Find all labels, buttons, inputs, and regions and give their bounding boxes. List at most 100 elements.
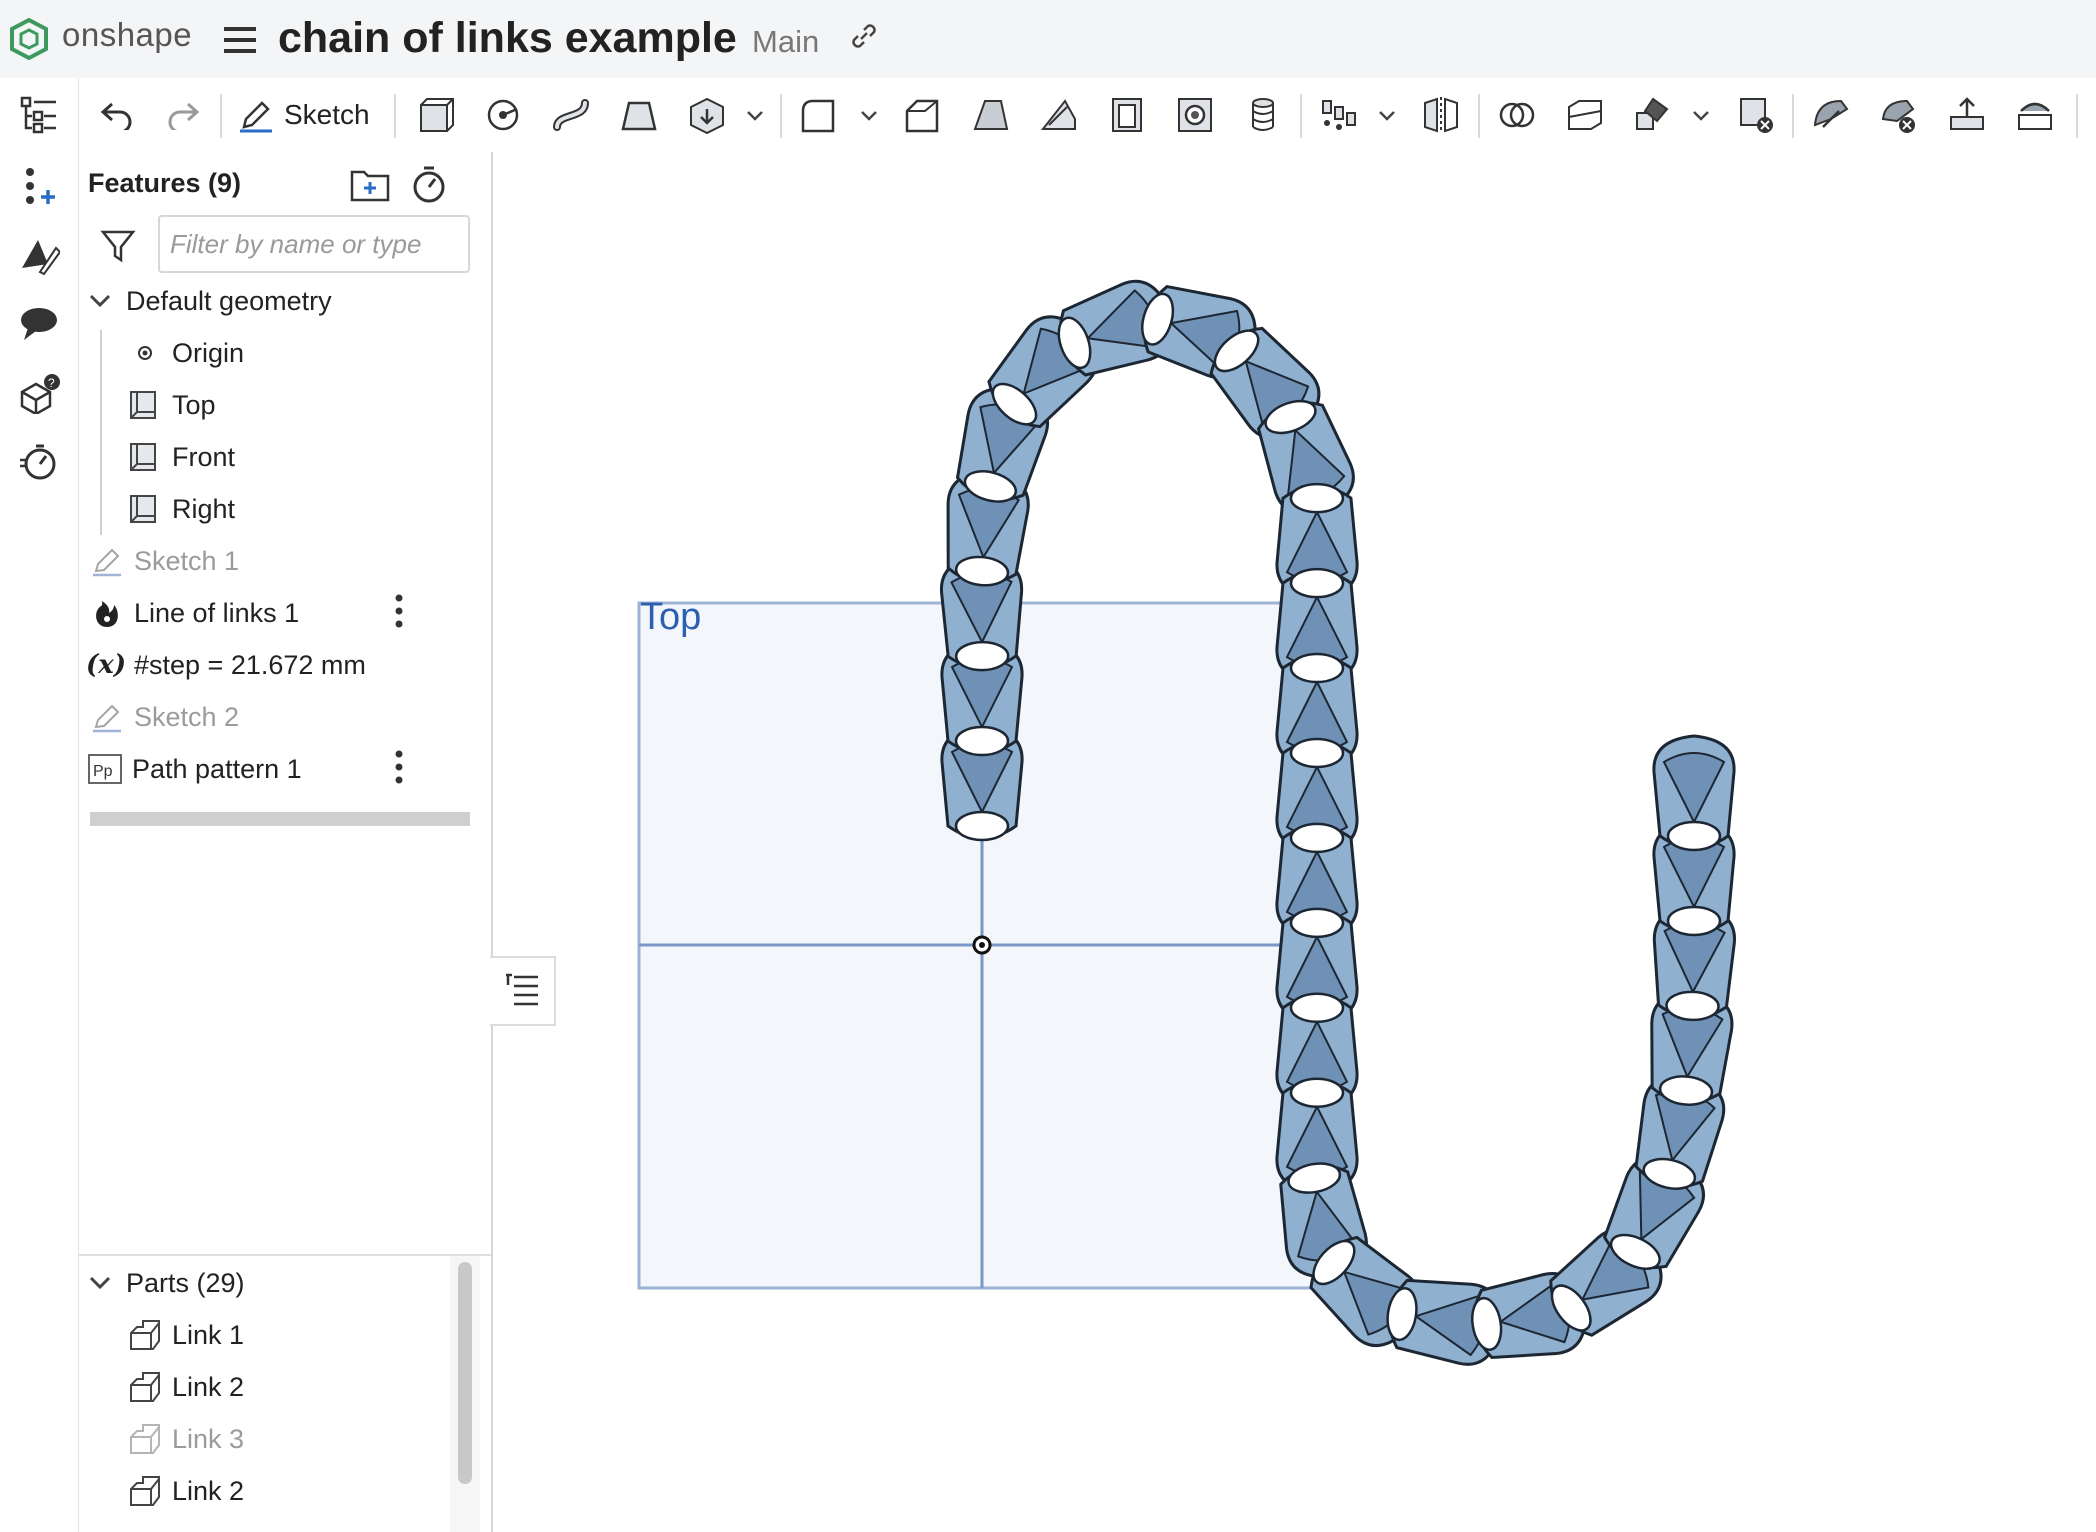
onshape-logo-icon[interactable] [8, 18, 50, 60]
feature-item-line-of-links[interactable]: Line of links 1 [90, 591, 299, 635]
svg-text:?: ? [48, 376, 55, 390]
custom-feature-icon [90, 596, 124, 630]
extrude-icon[interactable] [412, 92, 458, 138]
part-item[interactable]: Link 3 [128, 1417, 244, 1461]
feature-label: Path pattern 1 [132, 753, 302, 784]
branch-label[interactable]: Main [752, 24, 819, 60]
chevron-down-icon[interactable] [86, 1269, 114, 1297]
add-folder-icon[interactable] [350, 166, 390, 202]
part-label: Link 3 [172, 1423, 245, 1454]
link-icon[interactable] [848, 20, 880, 52]
part-label: Link 2 [172, 1371, 245, 1402]
part-item[interactable]: Link 2 [128, 1469, 244, 1513]
comment-icon[interactable] [16, 300, 62, 346]
rollback-bar[interactable] [90, 812, 470, 826]
sweep-icon[interactable] [548, 92, 594, 138]
feature-item-top[interactable]: Top [128, 383, 216, 427]
plane-label: Top [640, 596, 702, 638]
chain-link[interactable] [1652, 734, 1736, 852]
feature-list-icon[interactable] [16, 92, 62, 138]
sketch-pencil-icon [240, 101, 272, 133]
part-item[interactable]: Link 2 [128, 1365, 244, 1409]
panel-toggle[interactable] [490, 956, 556, 1026]
chamfer-icon[interactable] [900, 92, 946, 138]
filter-icon[interactable] [100, 228, 136, 264]
sketch-icon [90, 544, 124, 578]
feature-label: Sketch 2 [134, 701, 240, 732]
draft-icon[interactable] [968, 92, 1014, 138]
replace-face-icon[interactable] [2012, 92, 2058, 138]
feature-label: #step = 21.672 mm [134, 649, 366, 680]
chevron-down-icon[interactable] [744, 104, 766, 126]
feature-item-sketch-1[interactable]: Sketch 1 [90, 539, 239, 583]
pattern-icon[interactable] [1316, 92, 1362, 138]
boolean-icon[interactable] [1494, 92, 1540, 138]
thread-icon[interactable] [1240, 92, 1286, 138]
feature-label: Front [172, 441, 236, 472]
chevron-down-icon[interactable] [1376, 104, 1398, 126]
rollback-history-icon[interactable] [16, 438, 62, 484]
part-icon [128, 1318, 162, 1352]
feature-label: Origin [172, 337, 245, 368]
insert-feature-icon[interactable] [16, 162, 62, 208]
split-icon[interactable] [1562, 92, 1608, 138]
features-title: Features (9) [88, 168, 242, 198]
list-icon [506, 973, 538, 1006]
feature-item-variable[interactable]: (x) #step = 21.672 mm [85, 643, 366, 687]
hamburger-menu-icon[interactable] [224, 26, 256, 54]
parts-divider [79, 1254, 491, 1256]
feature-label: Top [172, 389, 216, 420]
filter-input[interactable] [158, 215, 470, 273]
delete-part-icon[interactable] [1732, 92, 1778, 138]
part-icon [128, 1474, 162, 1508]
transform-icon[interactable] [1630, 92, 1676, 138]
shell-icon[interactable] [1104, 92, 1150, 138]
appearance-icon[interactable] [16, 232, 62, 278]
fillet-icon[interactable] [796, 92, 842, 138]
part-icon [128, 1370, 162, 1404]
feature-label: Right [172, 493, 236, 524]
feature-item-right[interactable]: Right [128, 487, 235, 531]
move-face-icon[interactable] [1944, 92, 1990, 138]
feature-menu-icon[interactable] [393, 593, 405, 629]
parts-scrollbar[interactable] [458, 1262, 472, 1484]
mass-properties-icon[interactable]: ? [16, 370, 62, 416]
thicken-icon[interactable] [684, 92, 730, 138]
mirror-icon[interactable] [1418, 92, 1464, 138]
part-icon [128, 1422, 162, 1456]
logo-text: onshape [62, 16, 193, 53]
feature-item-front[interactable]: Front [128, 435, 235, 479]
sketch-button[interactable]: Sketch [238, 92, 370, 138]
feature-item-sketch-2[interactable]: Sketch 2 [90, 695, 239, 739]
part-label: Link 1 [172, 1319, 245, 1350]
feature-item-path-pattern[interactable]: Pp Path pattern 1 [88, 747, 302, 791]
origin-marker-dot [979, 942, 985, 948]
feature-item-origin[interactable]: Origin [128, 331, 244, 375]
parts-group[interactable]: Parts (29) [86, 1261, 245, 1305]
modify-fillet-icon[interactable] [1808, 92, 1854, 138]
redo-icon[interactable] [160, 92, 206, 138]
feature-menu-icon[interactable] [393, 749, 405, 785]
path-pattern-icon: Pp [88, 752, 122, 786]
document-title[interactable]: chain of links example [278, 14, 737, 63]
timer-icon[interactable] [410, 164, 448, 204]
sketch-icon [90, 700, 124, 734]
default-geometry-group[interactable]: Default geometry [86, 279, 332, 323]
variable-icon: (x) [85, 650, 127, 680]
delete-face-icon[interactable] [1876, 92, 1922, 138]
revolve-icon[interactable] [480, 92, 526, 138]
chevron-down-icon[interactable] [1690, 104, 1712, 126]
rib-icon[interactable] [1036, 92, 1082, 138]
tree-guide-line [100, 330, 102, 535]
chevron-down-icon[interactable] [858, 104, 880, 126]
sketch-label: Sketch [284, 99, 370, 130]
hole-icon[interactable] [1172, 92, 1218, 138]
feature-toolbar: Sketch [80, 78, 2096, 153]
loft-icon[interactable] [616, 92, 662, 138]
model-scene[interactable] [494, 152, 2096, 1532]
svg-text:Pp: Pp [93, 763, 113, 780]
part-item[interactable]: Link 1 [128, 1313, 244, 1357]
left-rail: ? [0, 78, 79, 1532]
undo-icon[interactable] [94, 92, 140, 138]
chevron-down-icon[interactable] [86, 287, 114, 315]
